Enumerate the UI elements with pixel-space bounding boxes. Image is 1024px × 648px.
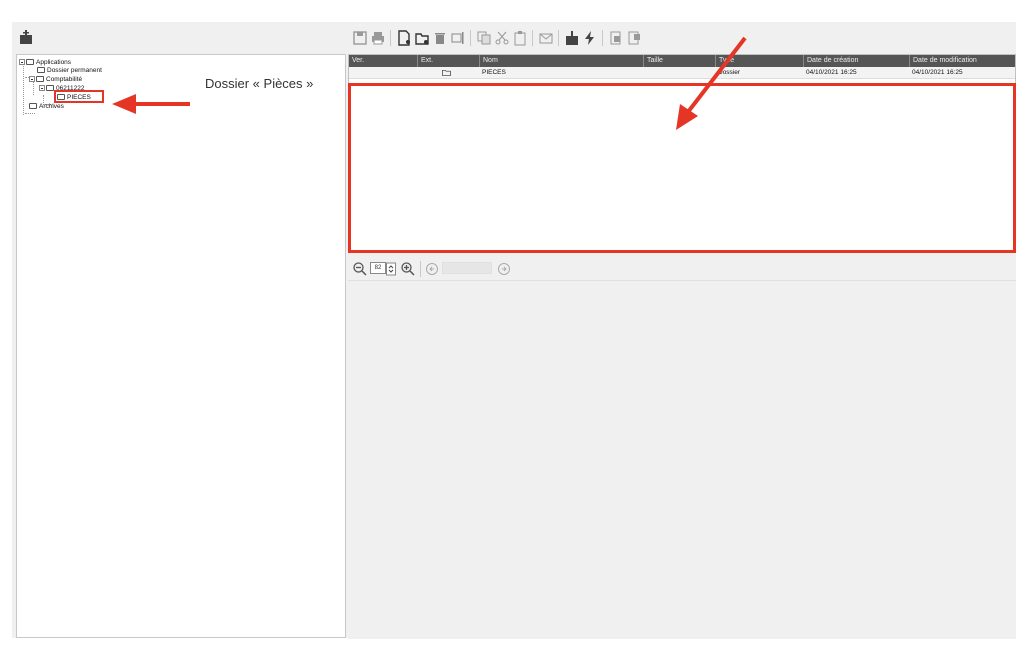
cell-modified: 04/10/2021 16:25 [912,69,963,76]
archive-icon[interactable] [564,30,580,46]
column-version[interactable]: Ver. [349,55,417,67]
collapse-icon[interactable] [39,85,45,92]
tree-toolbar [12,22,346,54]
tree-node-archives[interactable]: Archives [29,102,64,111]
delete-icon[interactable] [432,30,448,46]
folder-open-icon [46,85,54,92]
document-viewer [348,280,1016,639]
lightning-icon[interactable] [582,30,598,46]
file-list-header: Ver. Ext. Nom Taille Type Date de créati… [349,55,1015,67]
next-page-icon[interactable] [496,261,512,277]
column-size[interactable]: Taille [643,55,715,67]
app-window: Applications Dossier permanent Comptabil… [12,22,1016,639]
mail-icon[interactable] [538,30,554,46]
folder-open-icon [36,76,44,83]
paste-icon[interactable] [512,30,528,46]
zoom-value[interactable]: 82 [370,262,386,274]
cell-type: Dossier [718,69,741,76]
column-ext[interactable]: Ext. [417,55,479,67]
column-name[interactable]: Nom [479,55,643,67]
zoom-out-icon[interactable] [352,261,368,277]
import-icon[interactable] [608,30,624,46]
main-toolbar [348,22,1016,54]
new-folder-icon[interactable] [414,30,430,46]
folder-icon [26,59,34,66]
pieces-highlight-box [54,90,104,103]
column-created[interactable]: Date de création [803,55,909,67]
zoom-in-icon[interactable] [400,261,416,277]
table-row[interactable]: PIECES Dossier 04/10/2021 16:25 04/10/20… [349,67,1015,79]
cut-icon[interactable] [494,30,510,46]
archive-icon[interactable] [18,29,34,45]
folder-icon [37,67,45,74]
collapse-icon[interactable] [19,59,25,66]
cell-size [643,67,715,78]
annotation-label: Dossier « Pièces » [205,76,314,91]
previous-page-icon[interactable] [424,261,440,277]
folder-icon [439,67,459,78]
zoom-stepper-icon[interactable] [386,261,396,277]
new-document-icon[interactable] [396,30,412,46]
cell-version [349,67,417,78]
empty-area-highlight [348,83,1016,253]
viewer-toolbar: 82 [348,258,1016,280]
copy-icon[interactable] [476,30,492,46]
export-icon[interactable] [626,30,642,46]
column-type[interactable]: Type [715,55,803,67]
collapse-icon[interactable] [29,76,35,83]
page-number-field[interactable] [442,262,492,274]
tree-node-dossier-permanent[interactable]: Dossier permanent [37,66,102,75]
tree-node-comptabilite[interactable]: Comptabilité [29,75,82,84]
folder-icon [29,103,37,110]
rename-icon[interactable] [450,30,466,46]
save-icon[interactable] [352,30,368,46]
folder-tree[interactable]: Applications Dossier permanent Comptabil… [16,54,346,638]
print-icon[interactable] [370,30,386,46]
cell-name: PIECES [482,69,506,76]
cell-created: 04/10/2021 16:25 [806,69,857,76]
column-modified[interactable]: Date de modification [909,55,1017,67]
